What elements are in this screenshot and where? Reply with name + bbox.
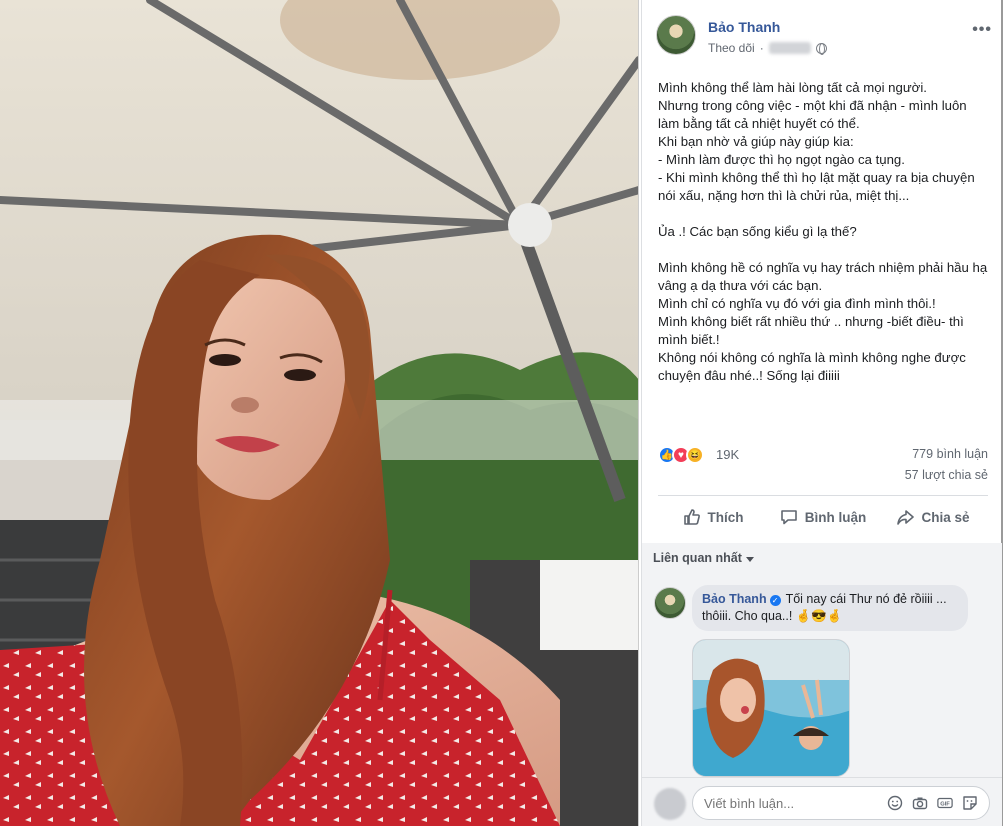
sticker-icon[interactable] bbox=[962, 795, 978, 811]
comments-section: Liên quan nhất Bảo Thanh ✓ Tối nay cái Thư… bbox=[642, 543, 1002, 826]
commenter-name[interactable]: Bảo Thanh bbox=[702, 592, 767, 606]
globe-icon bbox=[815, 42, 827, 55]
author-name[interactable]: Bảo Thanh bbox=[708, 19, 780, 35]
reaction-count[interactable]: 19K bbox=[716, 447, 739, 462]
divider bbox=[658, 495, 988, 496]
post-timestamp-blurred[interactable] bbox=[768, 42, 811, 54]
more-options-icon[interactable]: ••• bbox=[972, 21, 992, 39]
composer-icons: GIF bbox=[887, 795, 978, 811]
share-button[interactable]: Chia sẻ bbox=[878, 497, 988, 537]
share-count[interactable]: 57 lượt chia sẻ bbox=[905, 468, 988, 482]
thumbs-up-icon bbox=[683, 509, 700, 525]
caret-down-icon bbox=[745, 556, 754, 562]
follow-link[interactable]: Theo dõi bbox=[708, 41, 755, 55]
comment-photo[interactable] bbox=[692, 639, 850, 777]
share-arrow-icon bbox=[897, 510, 915, 525]
separator: · bbox=[759, 41, 764, 55]
comment-label: Bình luận bbox=[804, 509, 867, 525]
reaction-summary: 👍 ♥ 😆 19K 779 bình luận 57 lượt chia sẻ bbox=[658, 444, 988, 488]
post-panel: Bảo Thanh Theo dõi · ••• Mình không thể … bbox=[641, 0, 1003, 826]
share-label: Chia sẻ bbox=[921, 509, 970, 525]
like-button[interactable]: Thích bbox=[658, 497, 768, 537]
comment-bubble: Bảo Thanh ✓ Tối nay cái Thư nó đẻ rồiiii .… bbox=[692, 585, 968, 631]
comment-sort-dropdown[interactable]: Liên quan nhất bbox=[653, 551, 754, 565]
camera-icon[interactable] bbox=[912, 795, 928, 811]
comment-button[interactable]: Bình luận bbox=[768, 497, 878, 537]
haha-icon: 😆 bbox=[686, 446, 704, 464]
post-text: Mình không thể làm hài lòng tất cả mọi n… bbox=[658, 80, 988, 383]
reaction-icons[interactable]: 👍 ♥ 😆 bbox=[658, 446, 704, 464]
follow-row: Theo dõi · bbox=[708, 41, 827, 55]
current-user-avatar bbox=[654, 788, 686, 820]
svg-text:GIF: GIF bbox=[940, 802, 950, 808]
like-label: Thích bbox=[707, 509, 744, 525]
comment-composer: GIF bbox=[642, 777, 1002, 826]
comment-bubble-icon bbox=[780, 510, 797, 525]
action-bar: Thích Bình luận Chia sẻ bbox=[658, 497, 988, 537]
post-photo[interactable] bbox=[0, 0, 639, 826]
selfie-illustration bbox=[0, 0, 638, 826]
pool-photo-illustration bbox=[693, 640, 849, 776]
emoji-icon[interactable] bbox=[887, 795, 903, 811]
author-avatar[interactable] bbox=[656, 15, 696, 55]
gif-icon[interactable]: GIF bbox=[937, 795, 953, 811]
verified-badge-icon: ✓ bbox=[769, 595, 781, 606]
post-header: Bảo Thanh Theo dõi · ••• bbox=[656, 15, 992, 59]
commenter-avatar[interactable] bbox=[654, 587, 686, 619]
sort-label: Liên quan nhất bbox=[653, 551, 742, 565]
comment-count[interactable]: 779 bình luận bbox=[912, 447, 988, 461]
